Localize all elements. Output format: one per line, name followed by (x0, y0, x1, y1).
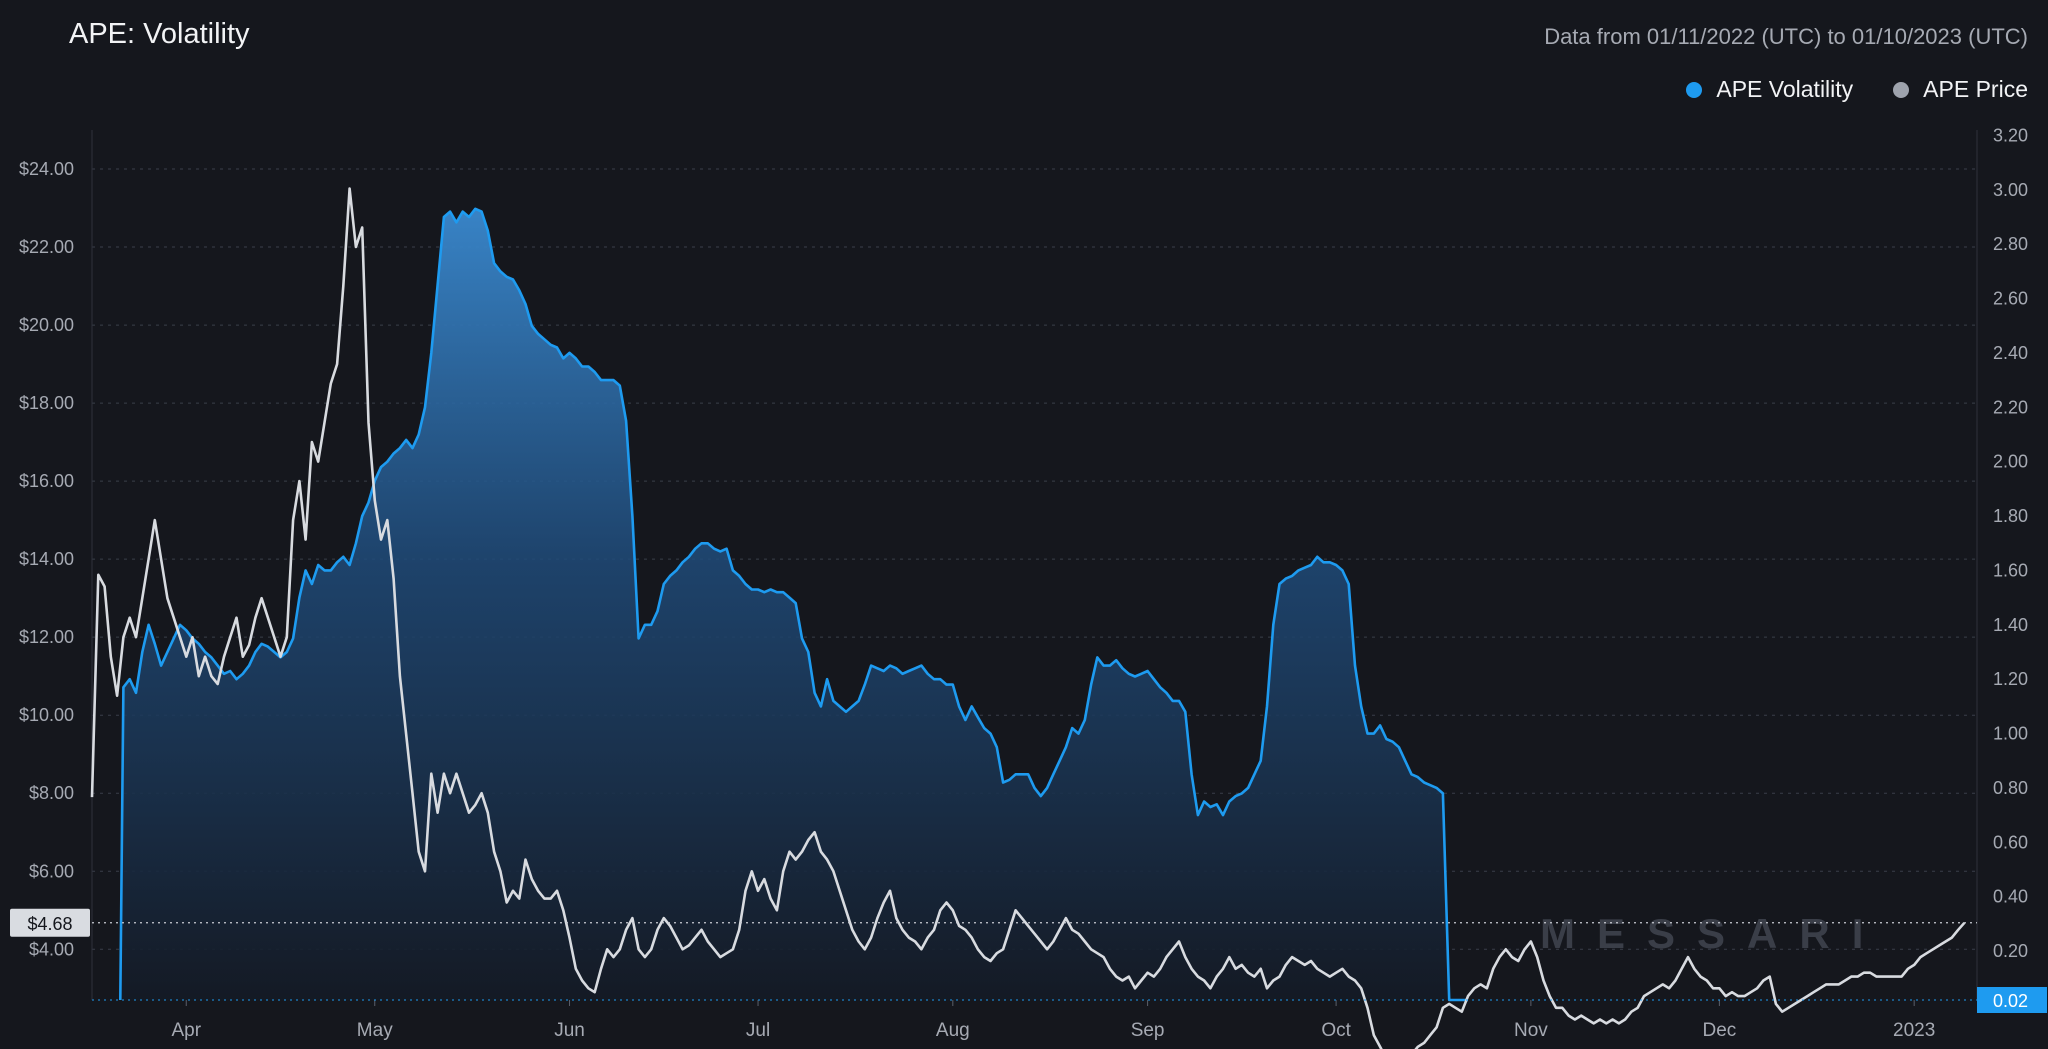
x-tick-label: Apr (171, 1020, 201, 1041)
left-tick-label: $14.00 (19, 549, 74, 569)
x-tick-label: Dec (1702, 1020, 1736, 1041)
right-tick-label: 0.20 (1993, 941, 2028, 961)
right-tick-label: 1.60 (1993, 560, 2028, 580)
left-tick-label: $6.00 (29, 861, 74, 881)
right-tick-label: 0.80 (1993, 778, 2028, 798)
right-tick-label: 1.80 (1993, 506, 2028, 526)
right-tick-label: 2.80 (1993, 234, 2028, 254)
x-tick-label: Jul (746, 1020, 770, 1041)
right-tick-label: 0.40 (1993, 887, 2028, 907)
right-tick-label: 3.20 (1993, 125, 2028, 145)
left-tick-label: $12.00 (19, 627, 74, 647)
left-tick-label: $4.00 (29, 939, 74, 959)
x-tick-label: Sep (1131, 1020, 1165, 1041)
left-tick-label: $22.00 (19, 237, 74, 257)
right-tick-label: 2.40 (1993, 343, 2028, 363)
x-tick-label: Aug (936, 1020, 970, 1041)
volatility-marker-label: 0.02 (1993, 991, 2028, 1011)
left-tick-label: $24.00 (19, 159, 74, 179)
right-tick-label: 1.20 (1993, 669, 2028, 689)
left-tick-label: $18.00 (19, 393, 74, 413)
left-tick-label: $8.00 (29, 783, 74, 803)
price-marker-label: $4.68 (27, 914, 72, 934)
x-tick-label: May (357, 1020, 393, 1041)
x-tick-label: 2023 (1893, 1020, 1935, 1041)
volatility-area (120, 208, 1469, 1001)
right-tick-label: 3.00 (1993, 180, 2028, 200)
left-tick-label: $20.00 (19, 315, 74, 335)
right-tick-label: 0.60 (1993, 832, 2028, 852)
right-tick-label: 1.40 (1993, 615, 2028, 635)
left-tick-label: $10.00 (19, 705, 74, 725)
x-tick-label: Jun (554, 1020, 585, 1041)
right-tick-label: 2.20 (1993, 397, 2028, 417)
chart-canvas: $4.00 $6.00 $8.00 $10.00 $12.00 $14.00 $16.00 $… (10, 125, 2047, 1049)
left-tick-label: $16.00 (19, 471, 74, 491)
right-tick-label: 1.00 (1993, 724, 2028, 744)
watermark: MESSARI (1540, 910, 1885, 957)
x-tick-label: Nov (1514, 1020, 1548, 1041)
right-tick-label: 2.60 (1993, 289, 2028, 309)
x-tick-label: Oct (1321, 1020, 1351, 1041)
right-tick-label: 2.00 (1993, 452, 2028, 472)
